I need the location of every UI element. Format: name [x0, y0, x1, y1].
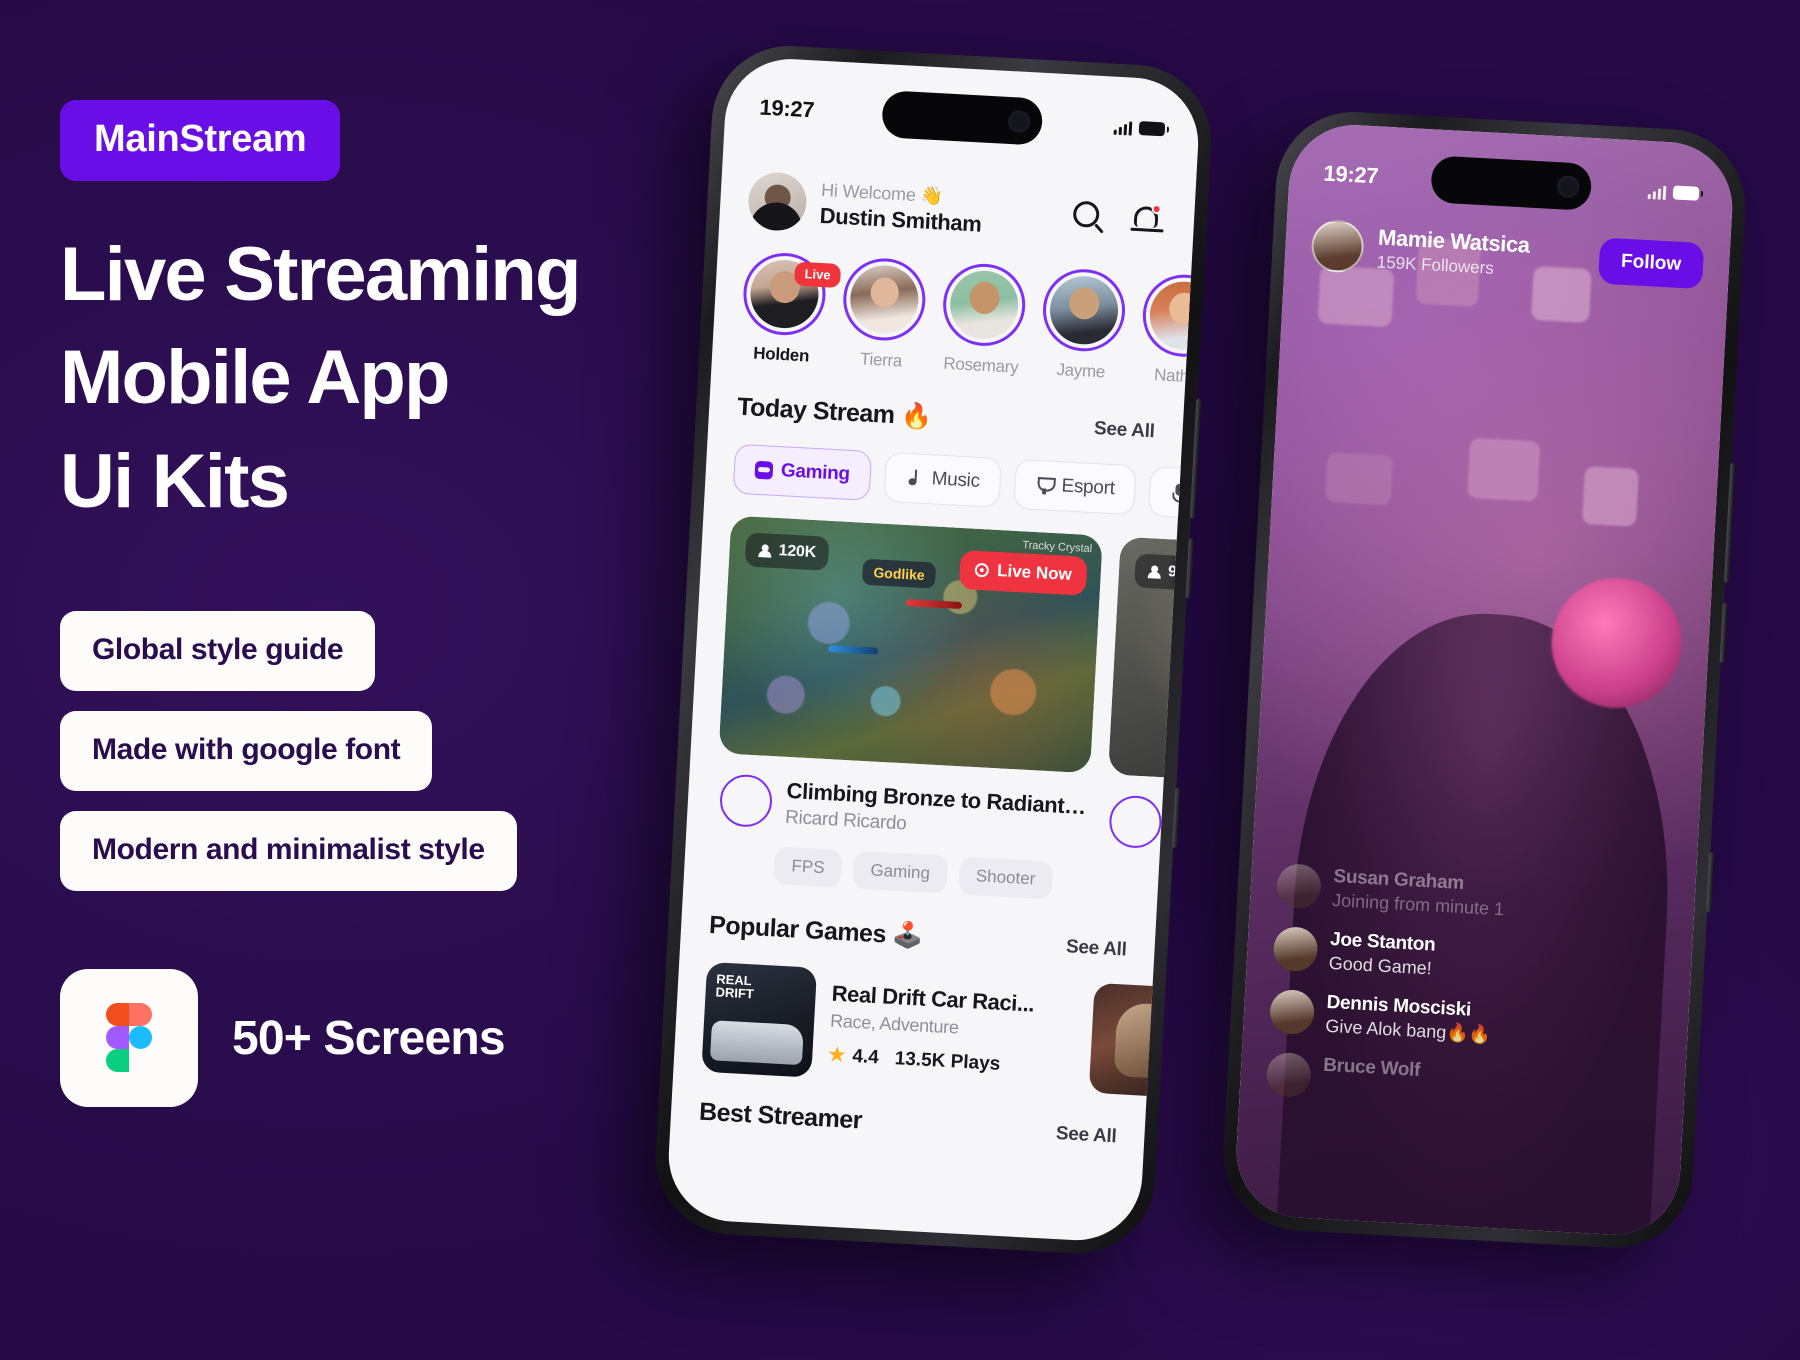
live-badge: Live — [793, 261, 842, 289]
thumbnail-corner-badge: Tracky Crystal — [1022, 539, 1093, 556]
signal-bars-icon — [1113, 119, 1133, 136]
chat-avatar — [1272, 925, 1319, 973]
see-all-link[interactable]: See All — [1093, 418, 1156, 443]
story-item[interactable]: Jayme — [1039, 267, 1128, 383]
trophy-icon — [1035, 476, 1054, 495]
chip-label: Podcast — [1195, 482, 1202, 508]
story-item[interactable]: Rosemary — [939, 261, 1028, 378]
tag-shooter[interactable]: Shooter — [957, 856, 1054, 900]
chip-label: Esport — [1060, 475, 1116, 500]
game-logo: REAL DRIFT — [715, 971, 755, 1002]
battery-icon — [1672, 185, 1700, 201]
feature-pill-google-font: Made with google font — [60, 711, 433, 792]
rating-value: 4.4 — [851, 1045, 880, 1068]
chat-author: Susan Graham — [1332, 866, 1465, 895]
dynamic-island — [881, 90, 1044, 146]
search-icon[interactable] — [1069, 197, 1111, 239]
see-all-link[interactable]: See All — [1055, 1123, 1117, 1148]
page-title: Live Streaming Mobile App Ui Kits — [60, 223, 720, 533]
chip-label: Gaming — [780, 460, 851, 485]
tag-fps[interactable]: FPS — [773, 846, 843, 888]
chip-music[interactable]: Music — [883, 451, 1002, 509]
figma-screens-row: 50+ Screens — [60, 969, 720, 1108]
phone-mockup-live-stream: 19:27 Mamie Watsica 159K Followers Follo… — [1219, 108, 1750, 1252]
live-now-label: Live Now — [996, 560, 1073, 585]
stories-row[interactable]: Live Holden Tierra Rosemary Jayme Nathan — [712, 227, 1202, 387]
chip-gaming[interactable]: Gaming — [732, 443, 873, 501]
bell-icon[interactable] — [1125, 200, 1167, 242]
stream-card-list[interactable]: Tracky Crystal Godlike 120K Live Now Cli… — [684, 492, 1202, 905]
chat-message: Dennis Mosciski Give Alok bang🔥🔥 — [1268, 988, 1663, 1055]
figma-icon — [106, 1003, 152, 1073]
headline-line-1: Live Streaming — [60, 232, 581, 317]
phone-mockup-home: 19:27 Hi Welcome 👋 Dustin Smitham Live H… — [651, 42, 1216, 1258]
screens-count-label: 50+ Screens — [232, 1011, 506, 1065]
streamer-avatar — [1310, 218, 1365, 274]
phone2-clock: 19:27 — [1322, 160, 1379, 189]
signal-bars-icon — [1647, 184, 1667, 200]
game-thumbnail — [1088, 982, 1202, 1099]
headline-line-2: Mobile App — [60, 335, 450, 421]
game-rating: ★ 4.4 — [828, 1044, 880, 1070]
record-icon — [974, 562, 990, 578]
stream-background-decor — [1292, 122, 1735, 528]
tag-gaming[interactable]: Gaming — [852, 850, 948, 894]
headline-line-3: Ui Kits — [60, 438, 290, 524]
live-now-badge: Live Now — [959, 550, 1088, 596]
figma-logo-tile — [60, 969, 198, 1108]
feature-pill-minimalist: Modern and minimalist style — [60, 811, 517, 892]
chat-message: Susan Graham Joining from minute 1 — [1275, 863, 1670, 929]
dynamic-island — [1430, 155, 1593, 211]
chat-text: Joining from minute 1 — [1331, 889, 1505, 920]
gamepad-icon — [754, 460, 774, 480]
brand-badge: MainStream — [60, 100, 341, 181]
chat-author: Bruce Wolf — [1322, 1054, 1421, 1081]
music-note-icon — [905, 469, 924, 488]
game-card[interactable]: Mo Fps — [1088, 982, 1202, 1113]
phone1-screen: 19:27 Hi Welcome 👋 Dustin Smitham Live H… — [665, 55, 1202, 1244]
godlike-badge: Godlike — [861, 558, 937, 589]
stream-author-avatar[interactable] — [1108, 794, 1163, 850]
stream-author-avatar[interactable] — [718, 773, 774, 829]
stream-card[interactable]: Tracky Crystal Godlike 120K Live Now Cli… — [712, 515, 1103, 902]
person-icon — [758, 544, 772, 558]
promo-panel: MainStream Live Streaming Mobile App Ui … — [60, 100, 720, 1108]
story-item[interactable]: Nathan — [1139, 272, 1202, 389]
star-icon: ★ — [827, 1044, 846, 1067]
user-avatar[interactable] — [746, 171, 808, 233]
feature-pill-style-guide: Global style guide — [60, 611, 376, 692]
game-plays: 13.5K Plays — [894, 1047, 1001, 1075]
chat-message: Joe Stanton Good Game! — [1272, 925, 1666, 992]
story-item[interactable]: Live Holden — [740, 250, 842, 367]
chat-avatar — [1265, 1051, 1312, 1099]
game-card[interactable]: REAL DRIFT Real Drift Car Raci... Race, … — [701, 961, 1076, 1092]
phone2-screen: 19:27 Mamie Watsica 159K Followers Follo… — [1233, 121, 1736, 1239]
microphone-icon — [1170, 483, 1189, 502]
viewer-count: 120K — [778, 542, 817, 562]
chat-avatar — [1268, 988, 1316, 1036]
viewer-count-badge: 120K — [744, 532, 830, 571]
chat-avatar — [1275, 863, 1323, 910]
section-title: Best Streamer — [698, 1097, 863, 1135]
chip-esport[interactable]: Esport — [1013, 458, 1137, 516]
game-logo-bottom: DRIFT — [715, 984, 755, 1002]
viewer-count: 90K — [1167, 563, 1198, 582]
feature-list: Global style guide Made with google font… — [60, 611, 720, 911]
story-item[interactable]: Tierra — [840, 256, 928, 372]
chip-label: Music — [931, 468, 981, 492]
person-icon — [1148, 565, 1162, 579]
chat-author: Joe Stanton — [1329, 928, 1436, 956]
see-all-link[interactable]: See All — [1065, 936, 1127, 961]
stream-meta: Mo — [1104, 774, 1202, 866]
stream-thumbnail[interactable]: Tracky Crystal Godlike 120K Live Now — [718, 515, 1103, 774]
follow-button[interactable]: Follow — [1597, 237, 1705, 290]
chat-text: Good Game! — [1328, 952, 1433, 979]
app-content: Hi Welcome 👋 Dustin Smitham Live Holden — [665, 56, 1202, 1244]
phone1-clock: 19:27 — [758, 94, 815, 123]
games-list[interactable]: REAL DRIFT Real Drift Car Raci... Race, … — [673, 938, 1202, 1099]
live-chat-list[interactable]: Susan Graham Joining from minute 1 Joe S… — [1240, 844, 1697, 1119]
battery-icon — [1138, 121, 1166, 137]
